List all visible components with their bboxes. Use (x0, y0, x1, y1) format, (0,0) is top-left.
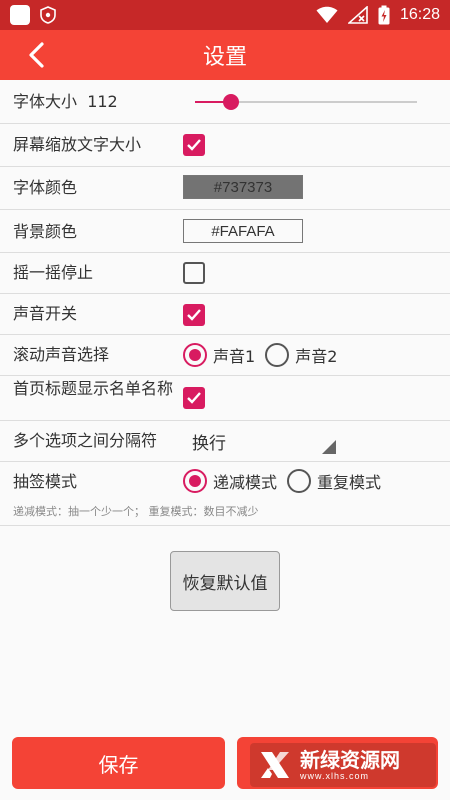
sound-switch-checkbox[interactable] (183, 304, 205, 326)
font-color-label: 字体颜色 (13, 178, 78, 197)
setting-row-scroll-sound: 滚动声音选择 声音1 声音2 (0, 335, 450, 376)
setting-row-shake-stop: 摇一摇停止 (0, 253, 450, 294)
setting-row-font-color: 字体颜色 #737373 (0, 167, 450, 210)
app-bar: 设置 (0, 30, 450, 80)
battery-charging-icon (378, 5, 390, 25)
sound1-radio[interactable] (183, 343, 207, 367)
scale-text-label: 屏幕缩放文字大小 (13, 135, 142, 154)
dropdown-triangle-icon (322, 440, 336, 454)
setting-row-sound-switch: 声音开关 (0, 294, 450, 335)
setting-row-bg-color: 背景颜色 #FAFAFA (0, 210, 450, 253)
repeat-mode-radio[interactable] (287, 469, 312, 493)
setting-row-scale-text: 屏幕缩放文字大小 (0, 124, 450, 167)
separator-value: 换行 (192, 433, 226, 454)
check-icon (187, 392, 201, 404)
draw-mode-label: 抽签模式 (13, 472, 78, 491)
decrement-mode-radio[interactable] (183, 469, 207, 493)
shake-stop-checkbox[interactable] (183, 262, 205, 284)
separator-label: 多个选项之间分隔符 (13, 431, 158, 450)
back-arrow-icon[interactable] (22, 40, 52, 70)
signal-off-icon (347, 6, 368, 24)
sound1-label: 声音1 (213, 347, 256, 366)
setting-row-separator: 多个选项之间分隔符 换行 (0, 421, 450, 462)
status-bar: 16:28 (0, 0, 450, 30)
watermark-name: 新绿资源网 (300, 748, 400, 772)
font-color-swatch[interactable]: #737373 (183, 175, 303, 199)
font-size-label: 字体大小 (13, 92, 78, 111)
status-time: 16:28 (399, 6, 440, 23)
check-icon (187, 309, 201, 321)
font-size-value: 112 (87, 92, 118, 111)
xl-logo-icon (261, 752, 289, 778)
scroll-sound-label: 滚动声音选择 (13, 345, 110, 364)
separator-dropdown[interactable]: 换行 (180, 426, 336, 456)
setting-row-show-list-name: 首页标题显示名单名称 (0, 376, 450, 421)
wifi-icon (316, 6, 338, 24)
setting-row-font-size: 字体大小 112 (0, 80, 450, 124)
save-button[interactable]: 保存 (12, 737, 225, 789)
show-list-name-label: 首页标题显示名单名称 (13, 379, 174, 398)
watermark-logo: 新绿资源网 www.xlhs.com (250, 743, 436, 787)
bg-color-swatch[interactable]: #FAFAFA (183, 219, 303, 243)
sound-switch-label: 声音开关 (13, 304, 78, 323)
sound2-label: 声音2 (295, 347, 338, 366)
decrement-mode-label: 递减模式 (213, 473, 278, 492)
show-list-name-checkbox[interactable] (183, 387, 205, 409)
font-size-slider-thumb[interactable] (222, 94, 239, 110)
font-size-slider[interactable] (195, 94, 417, 110)
scale-text-checkbox[interactable] (183, 134, 205, 156)
draw-mode-hint: 递减模式：抽一个少一个； 重复模式：数目不减少 (13, 505, 259, 518)
check-icon (187, 139, 201, 151)
sound2-radio[interactable] (265, 343, 290, 367)
repeat-mode-label: 重复模式 (317, 473, 382, 492)
shake-stop-label: 摇一摇停止 (13, 263, 94, 282)
restore-default-button[interactable]: 恢复默认值 (170, 551, 280, 611)
app-notification-icon (10, 5, 30, 25)
page-title: 设置 (202, 45, 247, 70)
bg-color-label: 背景颜色 (13, 222, 78, 241)
watermark-site: www.xlhs.com (300, 771, 370, 781)
shield-icon (40, 6, 56, 24)
